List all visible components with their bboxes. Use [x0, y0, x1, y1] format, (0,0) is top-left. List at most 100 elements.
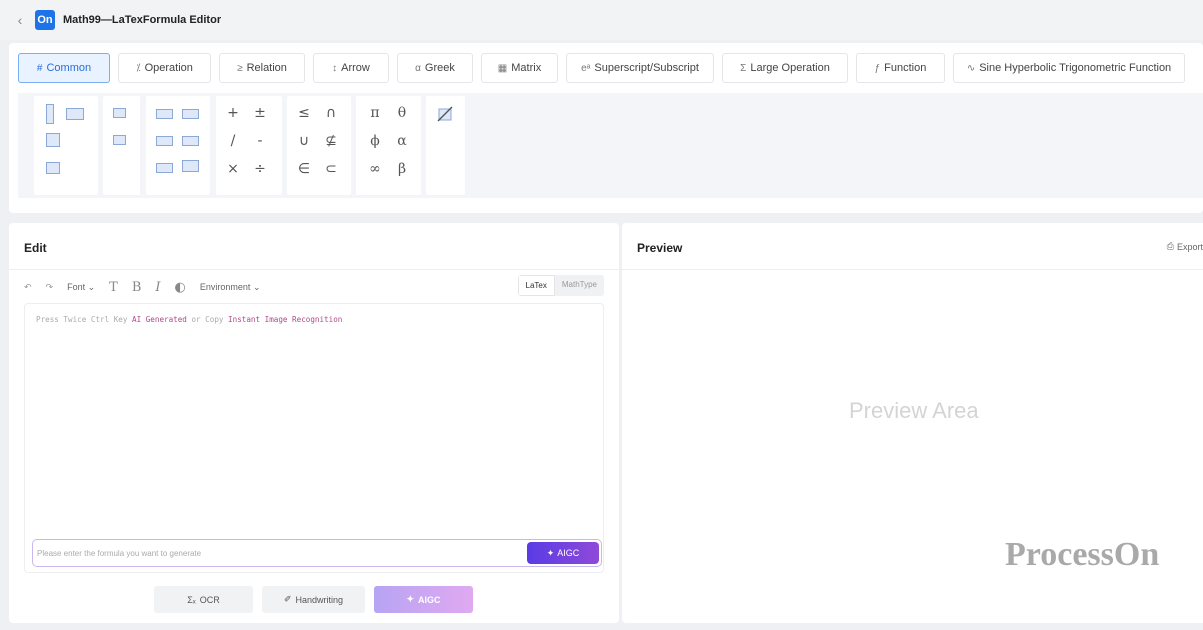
edit-title: Edit: [24, 241, 47, 255]
formula-generate-box: ✦AIGC: [32, 539, 602, 567]
tab-superscript-subscript[interactable]: eᵃ Superscript/Subscript: [566, 53, 714, 83]
plus-symbol[interactable]: +: [223, 105, 243, 121]
sqrt-icon[interactable]: [46, 162, 60, 174]
tab-label: Function: [884, 62, 927, 74]
text-size-icon[interactable]: T: [109, 280, 118, 295]
tab-sine-hyperbolic[interactable]: ∿ Sine Hyperbolic Trigonometric Function: [953, 53, 1185, 83]
phi-symbol[interactable]: ϕ: [365, 133, 385, 149]
matrix-icon: ▦: [497, 62, 508, 74]
editor-mode-switch: LaTex MathType: [517, 275, 604, 296]
environment-label: Environment: [199, 281, 251, 292]
spark-icon: ✦: [546, 547, 555, 558]
tab-matrix[interactable]: ▦ Matrix: [481, 53, 558, 83]
angle-bracket-icon[interactable]: [182, 136, 199, 146]
input-method-buttons: Σₓ OCR ✐ Handwriting ✦ AIGC: [154, 586, 473, 613]
tab-common[interactable]: # Common: [18, 53, 110, 83]
title-bar: ‹ On Math99—LaTexFormula Editor: [0, 0, 1203, 40]
editor-hint: Press Twice Ctrl Key AI Generated or Cop…: [36, 315, 342, 324]
slash-fraction-icon[interactable]: [46, 133, 60, 147]
paren-icon[interactable]: [156, 109, 173, 119]
slash-symbol[interactable]: /: [223, 133, 243, 149]
ocr-label: OCR: [199, 594, 220, 605]
hint-link-ocr[interactable]: Instant Image Recognition: [228, 315, 342, 324]
fraction-icon[interactable]: [46, 104, 54, 124]
italic-icon[interactable]: I: [155, 280, 160, 295]
latex-editor[interactable]: Press Twice Ctrl Key AI Generated or Cop…: [24, 303, 604, 573]
undo-icon[interactable]: ↶: [24, 282, 32, 293]
hint-link-ai[interactable]: AI Generated: [132, 315, 187, 324]
aigc-button[interactable]: ✦ AIGC: [374, 586, 473, 613]
tab-greek[interactable]: α Greek: [397, 53, 473, 83]
wave-icon: ∿: [966, 62, 976, 74]
cup-symbol[interactable]: ∪: [294, 133, 314, 149]
environment-dropdown[interactable]: Environment ⌄: [200, 282, 261, 293]
export-button[interactable]: ⎙ Export: [1167, 241, 1203, 252]
bold-icon[interactable]: B: [132, 280, 142, 295]
hash-icon: #: [36, 62, 43, 74]
cases-icon[interactable]: [182, 160, 199, 172]
times-symbol[interactable]: ×: [223, 161, 243, 177]
tab-label: Operation: [144, 62, 193, 74]
redo-icon[interactable]: ↷: [46, 282, 54, 293]
palette-icon[interactable]: ◐: [175, 280, 186, 295]
tab-label: Arrow: [341, 62, 370, 74]
category-tabs: # Common ⁒ Operation ≥ Relation ↕ Arrow α Gre…: [18, 53, 1185, 83]
beta-symbol[interactable]: β: [392, 161, 412, 177]
alpha-symbol[interactable]: α: [392, 133, 412, 149]
processon-watermark: ProcessOn: [1005, 536, 1160, 573]
mode-latex[interactable]: LaTex: [517, 275, 555, 296]
aigc-generate-button[interactable]: ✦ AIGC: [527, 542, 599, 564]
tab-arrow[interactable]: ↕ Arrow: [313, 53, 389, 83]
tab-relation[interactable]: ≥ Relation: [219, 53, 305, 83]
sigma-icon: Σ: [740, 62, 747, 74]
tab-label: Superscript/Subscript: [594, 62, 699, 74]
cap-symbol[interactable]: ∩: [321, 105, 341, 121]
pen-icon: ✐: [283, 594, 292, 604]
tab-large-operation[interactable]: Σ Large Operation: [722, 53, 848, 83]
chevron-down-icon: ⌄: [87, 281, 96, 292]
tab-operation[interactable]: ⁒ Operation: [118, 53, 211, 83]
formula-generate-input[interactable]: [37, 541, 527, 565]
ocr-button[interactable]: Σₓ OCR: [154, 586, 253, 613]
subset-symbol[interactable]: ⊂: [321, 161, 341, 177]
font-dropdown[interactable]: Font ⌄: [67, 282, 95, 293]
ocr-icon: Σₓ: [187, 594, 196, 605]
leq-symbol[interactable]: ≤: [294, 105, 314, 121]
aigc-label: AIGC: [557, 548, 580, 558]
subscript-box-icon[interactable]: [113, 135, 126, 145]
back-icon[interactable]: ‹: [12, 12, 28, 28]
bracket-icon[interactable]: [182, 109, 199, 119]
edit-toolbar: ↶ ↷ Font ⌄ T B I ◐ Environment ⌄ LaTex M…: [24, 275, 604, 299]
divide-symbol[interactable]: ÷: [250, 161, 270, 177]
pi-symbol[interactable]: π: [365, 105, 385, 121]
tab-function[interactable]: ƒ Function: [856, 53, 945, 83]
tab-label: Matrix: [511, 62, 542, 74]
abs-icon[interactable]: [156, 136, 173, 146]
superscript-icon: eᵃ: [581, 62, 591, 74]
handwriting-button[interactable]: ✐ Handwriting: [262, 586, 365, 613]
theta-symbol[interactable]: θ: [392, 105, 412, 121]
preview-area-placeholder: Preview Area: [849, 398, 979, 423]
brace-icon[interactable]: [156, 163, 173, 173]
edit-panel: Edit ↶ ↷ Font ⌄ T B I ◐ Environment ⌄ La…: [9, 223, 619, 623]
plus-minus-symbol[interactable]: ±: [250, 105, 270, 121]
strike-icon[interactable]: [437, 106, 453, 122]
in-symbol[interactable]: ∈: [294, 161, 314, 177]
tab-label: Common: [46, 62, 92, 74]
mode-mathtype[interactable]: MathType: [554, 275, 604, 296]
superscript-box-icon[interactable]: [113, 108, 126, 118]
symbol-palette: + ± / - × ÷ ≤ ∩ ∪ ⊈ ∈ ⊂ π θ ϕ α ∞ β: [18, 93, 1203, 198]
preview-divider: [622, 269, 1203, 270]
nth-root-icon[interactable]: [66, 108, 84, 120]
export-label: Export: [1176, 241, 1203, 252]
infinity-symbol[interactable]: ∞: [365, 161, 385, 177]
symbol-group-fraction: [34, 96, 98, 195]
symbol-group-operators: + ± / - × ÷: [216, 96, 282, 195]
hint-text: or Copy: [186, 315, 229, 324]
spark-icon: ✦: [406, 594, 415, 604]
minus-symbol[interactable]: -: [250, 133, 270, 149]
tab-label: Greek: [424, 62, 455, 74]
tab-label: Relation: [246, 62, 287, 74]
app-logo: On: [35, 10, 55, 30]
not-subseteq-symbol[interactable]: ⊈: [321, 133, 341, 149]
